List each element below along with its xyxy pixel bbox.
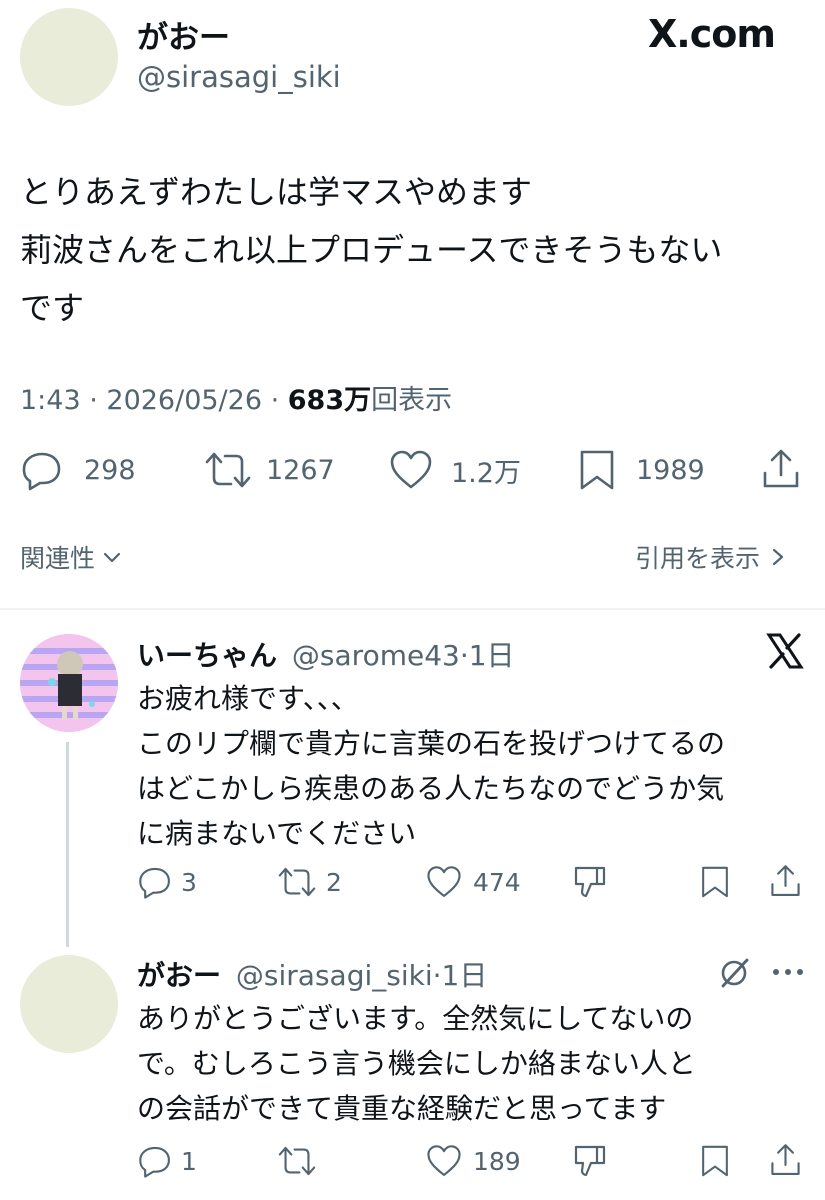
reply-button[interactable]: 1: [137, 1143, 197, 1179]
retweet-icon: [276, 864, 318, 900]
retweet-count: 1267: [266, 454, 335, 486]
reply-text-line: お疲れ様です、、、: [137, 682, 359, 715]
author-avatar[interactable]: [20, 8, 118, 106]
reply-icon: [137, 1143, 173, 1179]
bookmark-icon: [578, 448, 616, 492]
view-label: 回表示: [371, 385, 453, 416]
author-display-name[interactable]: がおー: [137, 12, 230, 57]
tweet-text: とりあえずわたしは学マスやめます 莉波さんをこれ以上プロデュースできそうもない …: [20, 163, 722, 337]
author-handle[interactable]: @sirasagi_siki: [137, 60, 341, 94]
tweet-meta: 1:43 · 2026/05/26 · 683万回表示: [20, 378, 452, 417]
tweet-text-line: 莉波さんをこれ以上プロデュースできそうもない: [20, 231, 723, 269]
chevron-right-icon: [768, 546, 788, 568]
heart-icon: [425, 1143, 463, 1179]
reply-count: 3: [181, 867, 197, 897]
retweet-button[interactable]: 1267: [203, 448, 335, 492]
chevron-down-icon: [101, 546, 123, 568]
relevance-filter[interactable]: 関連性: [20, 539, 123, 575]
reply-avatar[interactable]: [20, 634, 118, 732]
reply-button[interactable]: 3: [137, 864, 197, 900]
reply-count: 1: [181, 1146, 197, 1176]
more-options-icon[interactable]: [770, 962, 806, 982]
like-button[interactable]: 189: [425, 1143, 521, 1179]
reply-icon: [20, 448, 64, 492]
like-count: 1.2万: [451, 457, 521, 489]
reply-avatar[interactable]: [20, 955, 118, 1053]
share-icon[interactable]: [769, 863, 802, 899]
x-logo-icon: [766, 632, 804, 670]
meta-separator: ·: [262, 385, 288, 416]
view-quotes-link[interactable]: 引用を表示: [635, 539, 788, 575]
like-button[interactable]: 1.2万: [388, 448, 521, 492]
reply-icon: [137, 864, 173, 900]
reply-button[interactable]: 298: [20, 448, 136, 492]
reply-time[interactable]: ·1日: [460, 639, 515, 672]
meta-separator: ·: [80, 385, 107, 416]
share-icon[interactable]: [769, 1142, 802, 1178]
bookmark-icon[interactable]: [700, 1143, 730, 1179]
tweet-time[interactable]: 1:43: [20, 385, 81, 416]
reply-text: お疲れ様です、、、 このリプ欄で貴方に言葉の石を投げつけてるの はどこかしら疾患…: [137, 676, 725, 856]
like-button[interactable]: 474: [425, 864, 521, 900]
heart-icon: [388, 448, 434, 492]
tweet-date[interactable]: 2026/05/26: [106, 385, 262, 416]
bookmark-icon[interactable]: [700, 864, 730, 900]
retweet-count: 2: [326, 867, 342, 897]
relevance-label: 関連性: [20, 544, 96, 573]
grok-icon[interactable]: [716, 955, 752, 991]
heart-icon: [425, 864, 463, 900]
reply-text-line: で。むしろこう言う機会にしか絡まない人と: [137, 1047, 696, 1080]
retweet-button[interactable]: 2: [276, 864, 342, 900]
tweet-text-line: です: [20, 289, 85, 327]
reply-text-line: ありがとうございます。全然気にしてないの: [137, 1002, 694, 1035]
view-count: 683万: [287, 385, 372, 416]
divider: [0, 608, 825, 610]
reply-text-line: に病まないでください: [137, 817, 417, 850]
retweet-button[interactable]: [276, 1143, 318, 1179]
like-count: 189: [473, 1146, 521, 1176]
reply-text-line: このリプ欄で貴方に言葉の石を投げつけてるの: [137, 727, 726, 760]
dislike-icon[interactable]: [572, 1143, 608, 1179]
like-count: 474: [473, 867, 521, 897]
tweet-text-line: とりあえずわたしは学マスやめます: [20, 173, 533, 211]
thread-line: [66, 742, 69, 947]
bookmark-button[interactable]: 1989: [578, 448, 705, 492]
reply-header: がおー @sirasagi_siki·1日: [137, 954, 487, 994]
dislike-icon[interactable]: [572, 864, 608, 900]
reply-text: ありがとうございます。全然気にしてないの で。むしろこう言う機会にしか絡まない人…: [137, 996, 696, 1131]
reply-handle[interactable]: @sarome43: [292, 639, 460, 672]
x-com-logo: X.com: [648, 12, 776, 56]
reply-time[interactable]: ·1日: [433, 959, 488, 992]
reply-count: 298: [84, 454, 136, 486]
reply-display-name[interactable]: がおー: [137, 959, 221, 992]
retweet-icon: [203, 448, 253, 492]
share-icon[interactable]: [761, 447, 801, 491]
reply-handle[interactable]: @sirasagi_siki: [236, 959, 433, 992]
reply-display-name[interactable]: いーちゃん: [137, 639, 277, 672]
reply-text-line: の会話ができて貴重な経験だと思ってます: [137, 1092, 667, 1125]
view-quotes-label: 引用を表示: [635, 544, 761, 573]
reply-text-line: はどこかしら疾患のある人たちなのでどうか気: [137, 772, 725, 805]
bookmark-count: 1989: [636, 454, 705, 486]
reply-header: いーちゃん @sarome43·1日: [137, 634, 515, 674]
retweet-icon: [276, 1143, 318, 1179]
